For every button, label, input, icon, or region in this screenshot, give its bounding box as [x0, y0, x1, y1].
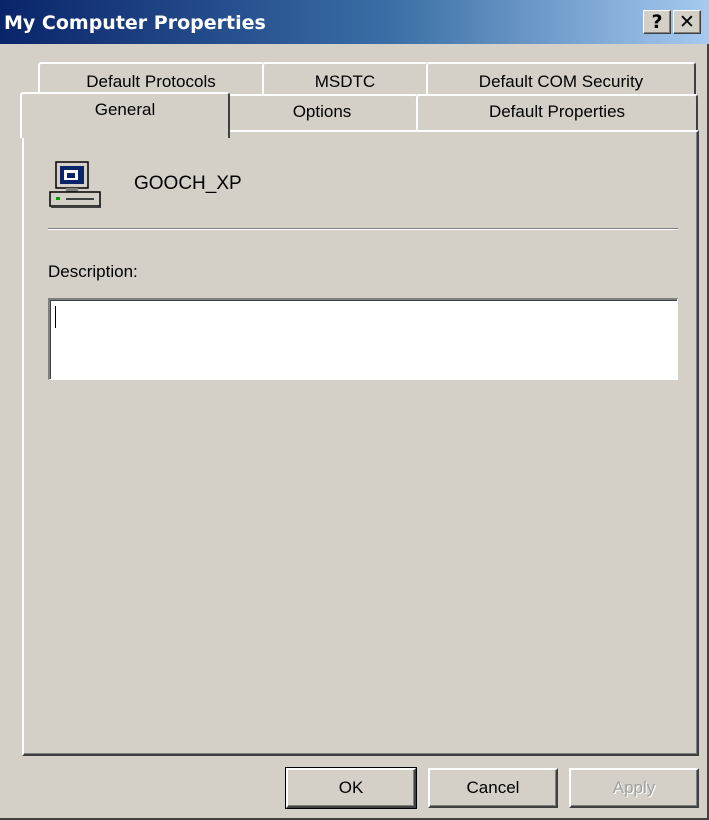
- close-button[interactable]: ✕: [673, 10, 701, 34]
- tab-options[interactable]: Options: [226, 94, 418, 134]
- help-icon: ?: [651, 10, 663, 33]
- apply-button[interactable]: Apply: [569, 768, 699, 808]
- description-input[interactable]: [48, 298, 678, 380]
- title-bar[interactable]: My Computer Properties ? ✕: [0, 0, 709, 44]
- tab-label: MSDTC: [314, 72, 376, 91]
- tab-label: General: [94, 100, 156, 119]
- cancel-button[interactable]: Cancel: [428, 768, 558, 808]
- window-title: My Computer Properties: [4, 12, 266, 34]
- tab-general[interactable]: General: [20, 92, 230, 138]
- help-button[interactable]: ?: [643, 10, 671, 34]
- properties-dialog: My Computer Properties ? ✕ Default Proto…: [0, 0, 709, 820]
- computer-icon: [48, 160, 104, 210]
- close-icon: ✕: [679, 10, 695, 33]
- ok-button[interactable]: OK: [285, 767, 417, 809]
- tab-panel-general: [22, 130, 699, 756]
- tab-default-properties[interactable]: Default Properties: [416, 94, 698, 134]
- tab-label: Default Protocols: [86, 72, 216, 91]
- tab-label: Options: [292, 102, 352, 121]
- separator: [48, 228, 678, 230]
- tab-msdtc[interactable]: MSDTC: [262, 62, 428, 98]
- tab-label: Default COM Security: [478, 72, 644, 91]
- computer-name: GOOCH_XP: [134, 173, 242, 194]
- description-label: Description:: [48, 262, 138, 281]
- tab-label: Default Properties: [488, 102, 626, 121]
- tab-default-com-security[interactable]: Default COM Security: [426, 62, 696, 98]
- text-caret: [55, 306, 56, 328]
